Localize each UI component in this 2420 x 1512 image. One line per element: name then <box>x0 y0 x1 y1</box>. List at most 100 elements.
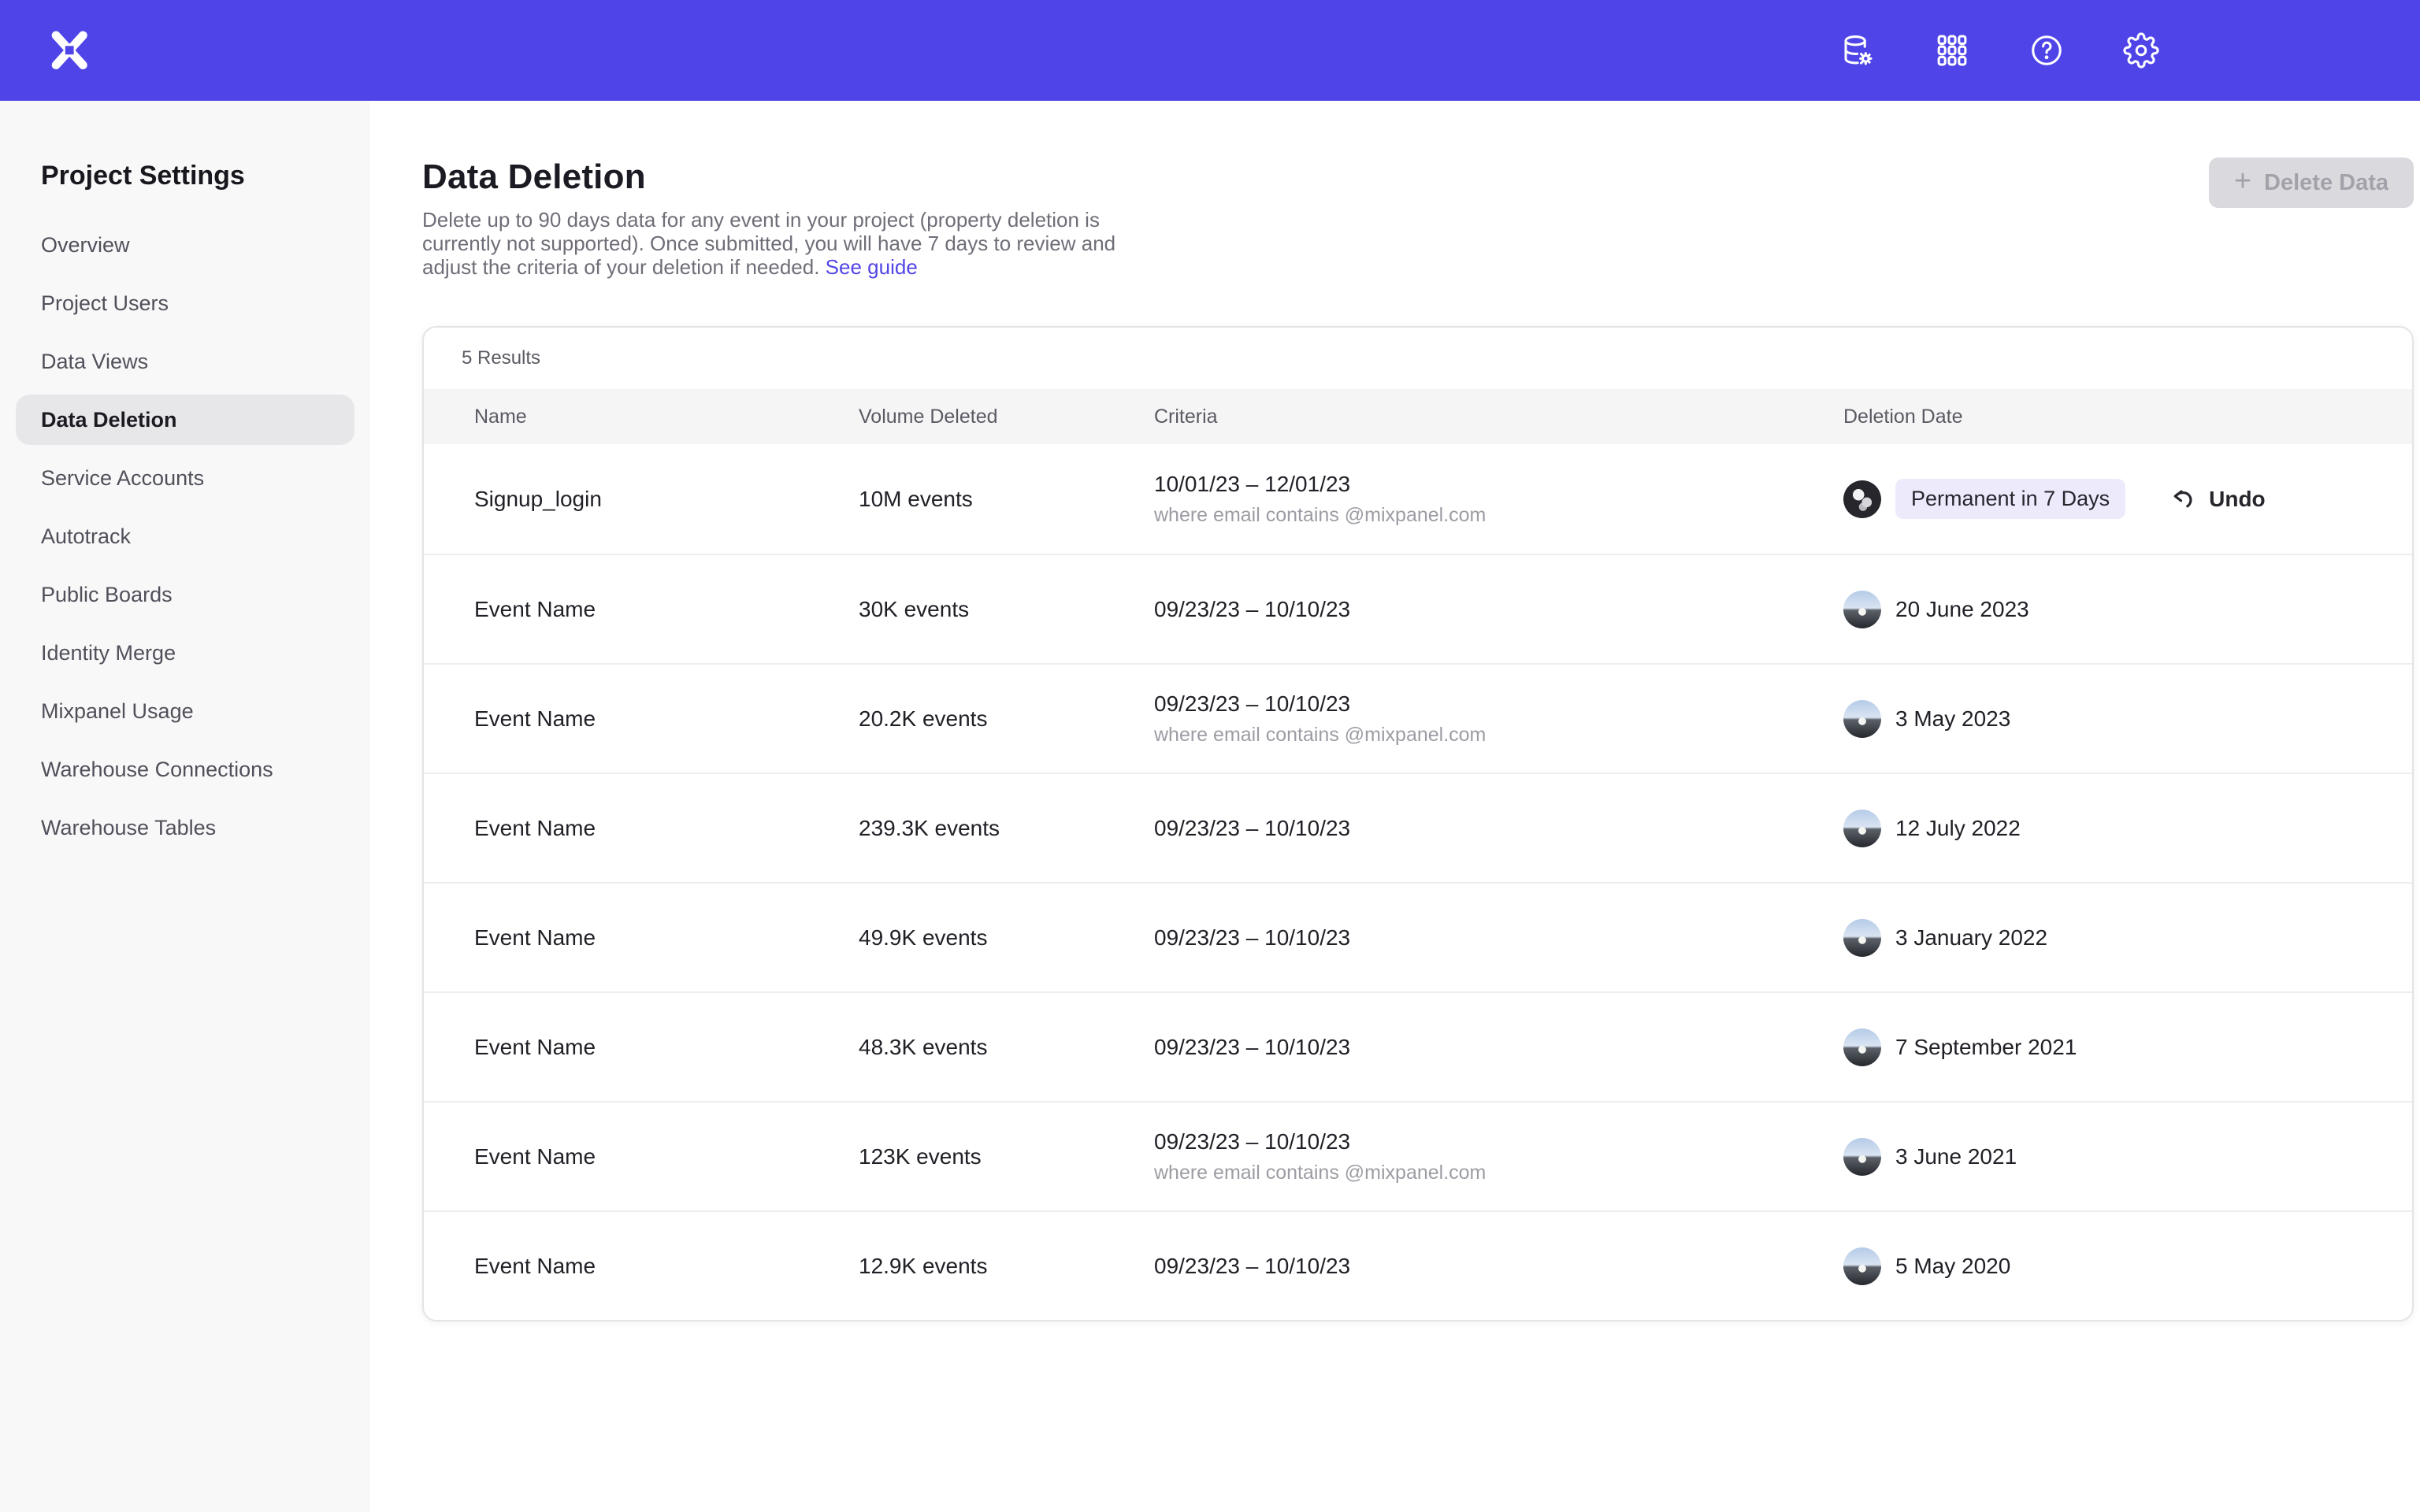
page-description: Delete up to 90 days data for any event … <box>422 208 1115 279</box>
user-avatar <box>1843 1247 1881 1285</box>
sidebar-item-identity-merge[interactable]: Identity Merge <box>16 628 354 678</box>
sidebar-item-data-deletion[interactable]: Data Deletion <box>16 395 354 445</box>
row-criteria-filter: where email contains @mixpanel.com <box>1154 1162 1843 1184</box>
sidebar-item-warehouse-connections[interactable]: Warehouse Connections <box>16 744 354 795</box>
row-criteria: 09/23/23 – 10/10/23 <box>1154 597 1843 622</box>
sidebar-item-label: Warehouse Connections <box>41 758 273 782</box>
row-volume: 12.9K events <box>859 1254 1154 1279</box>
row-criteria-filter: where email contains @mixpanel.com <box>1154 504 1843 527</box>
sidebar-item-label: Service Accounts <box>41 466 204 491</box>
row-criteria: 09/23/23 – 10/10/23 <box>1154 1129 1843 1154</box>
row-volume: 48.3K events <box>859 1035 1154 1060</box>
delete-data-button[interactable]: + Delete Data <box>2209 158 2414 208</box>
sidebar-item-label: Data Views <box>41 350 148 374</box>
row-criteria: 09/23/23 – 10/10/23 <box>1154 1254 1843 1279</box>
user-avatar <box>1843 810 1881 847</box>
row-volume: 49.9K events <box>859 925 1154 951</box>
sidebar-nav: Overview Project Users Data Views Data D… <box>16 220 354 853</box>
user-avatar <box>1843 480 1881 518</box>
row-name: Event Name <box>474 816 859 841</box>
sidebar-item-label: Data Deletion <box>41 408 177 432</box>
results-count: 5 Results <box>424 328 2412 389</box>
row-deletion-date: 3 May 2023 <box>1895 706 2010 732</box>
row-deletion-date: 3 January 2022 <box>1895 925 2047 951</box>
table-row: Event Name 20.2K events 09/23/23 – 10/10… <box>424 663 2412 773</box>
row-name: Event Name <box>474 706 859 732</box>
sidebar-item-warehouse-tables[interactable]: Warehouse Tables <box>16 802 354 853</box>
row-deletion-date: 7 September 2021 <box>1895 1035 2077 1060</box>
undo-label: Undo <box>2209 487 2266 512</box>
sidebar-item-mixpanel-usage[interactable]: Mixpanel Usage <box>16 686 354 736</box>
row-deletion-date: 3 June 2021 <box>1895 1144 2017 1169</box>
data-management-icon[interactable] <box>1839 32 1876 69</box>
row-name: Signup_login <box>474 487 859 512</box>
column-header-deletion-date: Deletion Date <box>1843 406 2412 428</box>
row-criteria: 09/23/23 – 10/10/23 <box>1154 691 1843 717</box>
table-body: Signup_login 10M events 10/01/23 – 12/01… <box>424 444 2412 1320</box>
row-volume: 20.2K events <box>859 706 1154 732</box>
row-criteria: 10/01/23 – 12/01/23 <box>1154 472 1843 497</box>
table-header-row: Name Volume Deleted Criteria Deletion Da… <box>424 389 2412 444</box>
row-name: Event Name <box>474 925 859 951</box>
user-avatar <box>1843 591 1881 628</box>
user-avatar <box>1843 1138 1881 1176</box>
sidebar-item-overview[interactable]: Overview <box>16 220 354 270</box>
sidebar-item-label: Mixpanel Usage <box>41 699 194 724</box>
undo-arrow-icon <box>2169 485 2198 513</box>
plus-icon: + <box>2234 166 2251 196</box>
row-volume: 239.3K events <box>859 816 1154 841</box>
row-criteria: 09/23/23 – 10/10/23 <box>1154 925 1843 951</box>
help-icon[interactable] <box>2028 32 2066 69</box>
table-row: Event Name 239.3K events 09/23/23 – 10/1… <box>424 773 2412 882</box>
sidebar-item-label: Overview <box>41 233 130 258</box>
row-deletion-date: 20 June 2023 <box>1895 597 2029 622</box>
sidebar-item-label: Project Users <box>41 291 169 316</box>
project-settings-sidebar: Project Settings Overview Project Users … <box>0 101 370 1512</box>
see-guide-link[interactable]: See guide <box>826 255 918 279</box>
sidebar-item-public-boards[interactable]: Public Boards <box>16 569 354 620</box>
row-deletion-date: 5 May 2020 <box>1895 1254 2010 1279</box>
row-name: Event Name <box>474 1144 859 1169</box>
topbar-icon-group <box>1839 32 2160 69</box>
deletion-requests-card: 5 Results Name Volume Deleted Criteria D… <box>422 326 2414 1321</box>
sidebar-item-label: Identity Merge <box>41 641 176 665</box>
table-row: Event Name 12.9K events 09/23/23 – 10/10… <box>424 1210 2412 1320</box>
sidebar-item-project-users[interactable]: Project Users <box>16 278 354 328</box>
row-name: Event Name <box>474 1035 859 1060</box>
sidebar-item-service-accounts[interactable]: Service Accounts <box>16 453 354 503</box>
mixpanel-logo <box>49 30 90 71</box>
status-badge: Permanent in 7 Days <box>1895 479 2125 519</box>
row-name: Event Name <box>474 597 859 622</box>
column-header-name: Name <box>474 406 859 428</box>
user-avatar <box>1843 1028 1881 1066</box>
user-avatar <box>1843 919 1881 957</box>
row-name: Event Name <box>474 1254 859 1279</box>
column-header-criteria: Criteria <box>1154 406 1843 428</box>
row-volume: 10M events <box>859 487 1154 512</box>
deletion-status: Permanent in 7 Days Undo <box>1895 479 2266 519</box>
sidebar-item-autotrack[interactable]: Autotrack <box>16 511 354 561</box>
settings-gear-icon[interactable] <box>2122 32 2160 69</box>
undo-button[interactable]: Undo <box>2169 485 2266 513</box>
sidebar-item-label: Warehouse Tables <box>41 816 216 840</box>
row-criteria-filter: where email contains @mixpanel.com <box>1154 724 1843 747</box>
row-criteria: 09/23/23 – 10/10/23 <box>1154 1035 1843 1060</box>
page-description-text: Delete up to 90 days data for any event … <box>422 208 1115 279</box>
table-row: Event Name 30K events 09/23/23 – 10/10/2… <box>424 554 2412 663</box>
table-row: Event Name 49.9K events 09/23/23 – 10/10… <box>424 882 2412 991</box>
row-criteria: 09/23/23 – 10/10/23 <box>1154 816 1843 841</box>
table-row: Event Name 123K events 09/23/23 – 10/10/… <box>424 1101 2412 1210</box>
apps-grid-icon[interactable] <box>1933 32 1971 69</box>
sidebar-title: Project Settings <box>16 161 354 191</box>
row-volume: 30K events <box>859 597 1154 622</box>
delete-data-button-label: Delete Data <box>2264 170 2388 196</box>
sidebar-item-label: Public Boards <box>41 583 173 607</box>
main-content: Data Deletion Delete up to 90 days data … <box>370 101 2420 1512</box>
page-title: Data Deletion <box>422 158 1115 197</box>
sidebar-item-data-views[interactable]: Data Views <box>16 336 354 387</box>
row-deletion-date: 12 July 2022 <box>1895 816 2021 841</box>
table-row: Event Name 48.3K events 09/23/23 – 10/10… <box>424 991 2412 1101</box>
top-navigation-bar <box>0 0 2420 101</box>
table-row: Signup_login 10M events 10/01/23 – 12/01… <box>424 444 2412 554</box>
row-volume: 123K events <box>859 1144 1154 1169</box>
